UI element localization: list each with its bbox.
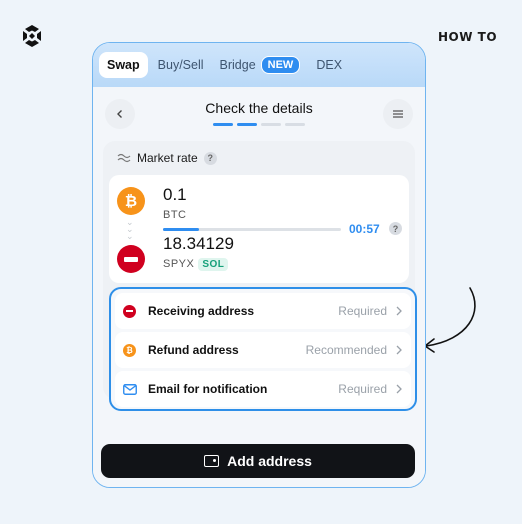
header: Check the details [93, 87, 425, 135]
refund-address-row[interactable]: ₿ Refund address Recommended [115, 332, 411, 368]
address-status: Required [338, 382, 387, 396]
market-rate-label: Market rate [137, 151, 198, 165]
from-symbol: BTC [163, 209, 187, 221]
tab-swap-label: Swap [107, 58, 140, 72]
brand-logo-icon [23, 25, 41, 47]
chevron-right-icon [396, 345, 402, 355]
tab-dex[interactable]: DEX [310, 52, 348, 78]
swap-summary: ₿ ⌄ ⌄ ⌄ 0.1 BTC 00:57 ? 18.34129 SPYX SOL [109, 175, 409, 283]
approx-icon [117, 153, 131, 163]
address-label: Refund address [148, 343, 239, 357]
from-amount: 0.1 [163, 185, 187, 204]
timer-progress-fill [163, 228, 199, 231]
to-symbol: SPYX [163, 258, 195, 270]
btc-token-icon: ₿ [123, 343, 136, 357]
tab-bar: Swap Buy/Sell Bridge NEW DEX [93, 43, 425, 87]
wallet-icon [204, 455, 220, 467]
spyx-coin-icon [117, 245, 145, 273]
chevron-right-icon [396, 384, 402, 394]
annotation-arrow-icon [424, 287, 476, 353]
market-rate-row: Market rate ? [117, 151, 217, 165]
tab-buy-sell-label: Buy/Sell [157, 58, 204, 72]
spyx-token-icon [123, 304, 136, 318]
back-button[interactable] [105, 99, 135, 129]
step-progress [213, 123, 305, 126]
address-status: Recommended [305, 343, 387, 357]
page-title: Check the details [205, 100, 313, 116]
to-amount: 18.34129 [163, 234, 234, 253]
timer-help-icon[interactable]: ? [389, 222, 402, 235]
step-segment [261, 123, 281, 126]
help-icon[interactable]: ? [203, 151, 217, 165]
add-address-button[interactable]: Add address [101, 444, 415, 478]
address-label: Email for notification [148, 382, 268, 396]
new-badge: NEW [260, 56, 301, 74]
tab-buy-sell[interactable]: Buy/Sell [152, 52, 210, 78]
chevron-right-icon [396, 306, 402, 316]
menu-button[interactable] [383, 99, 413, 129]
content-panel: Check the details Market rate ? ₿ ⌄ ⌄ ⌄ 0.… [93, 87, 425, 487]
address-label: Receiving address [148, 304, 255, 318]
tab-swap[interactable]: Swap [99, 52, 148, 78]
tab-dex-label: DEX [316, 58, 343, 72]
chevron-left-icon [117, 110, 122, 118]
menu-icon [393, 110, 403, 118]
mail-icon [123, 383, 137, 395]
how-to-link[interactable]: HOW TO [438, 30, 497, 44]
step-segment [237, 123, 257, 126]
add-address-label: Add address [227, 453, 312, 469]
timer: 00:57 [349, 222, 380, 236]
tab-bridge[interactable]: Bridge NEW [214, 50, 307, 80]
to-symbol-row: SPYX SOL [163, 258, 229, 271]
step-segment [285, 123, 305, 126]
email-notification-row[interactable]: Email for notification Required [115, 371, 411, 407]
swap-widget: Swap Buy/Sell Bridge NEW DEX Check the d… [92, 42, 426, 488]
address-status: Required [338, 304, 387, 318]
details-card: Market rate ? ₿ ⌄ ⌄ ⌄ 0.1 BTC 00:57 ? 18.3… [103, 141, 417, 411]
network-badge: SOL [198, 258, 229, 271]
btc-coin-icon: ₿ [117, 187, 145, 215]
tab-bridge-label: Bridge [219, 58, 256, 72]
chevron-down-icon: ⌄ ⌄ ⌄ [126, 217, 134, 241]
receiving-address-row[interactable]: Receiving address Required [115, 293, 411, 329]
step-segment [213, 123, 233, 126]
address-list: Receiving address Required ₿ Refund addr… [109, 287, 417, 411]
timer-progress [163, 228, 341, 231]
